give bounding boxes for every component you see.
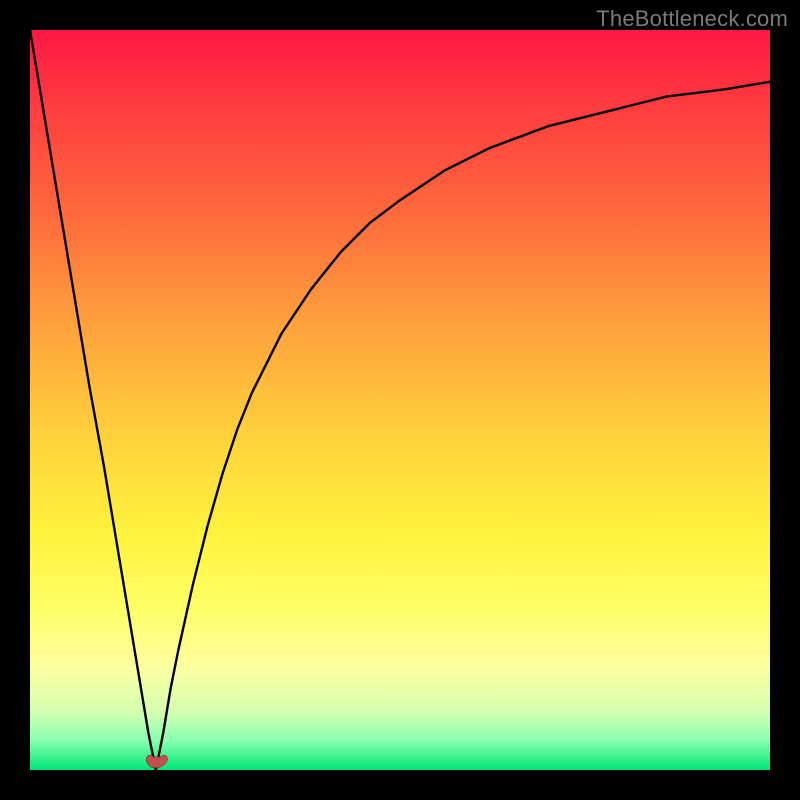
minimum-marker-heart-icon bbox=[143, 752, 169, 770]
plot-area bbox=[30, 30, 770, 770]
curve-svg bbox=[30, 30, 770, 770]
bottleneck-curve bbox=[30, 30, 770, 770]
watermark-text: TheBottleneck.com bbox=[596, 6, 788, 32]
chart-frame: TheBottleneck.com bbox=[0, 0, 800, 800]
